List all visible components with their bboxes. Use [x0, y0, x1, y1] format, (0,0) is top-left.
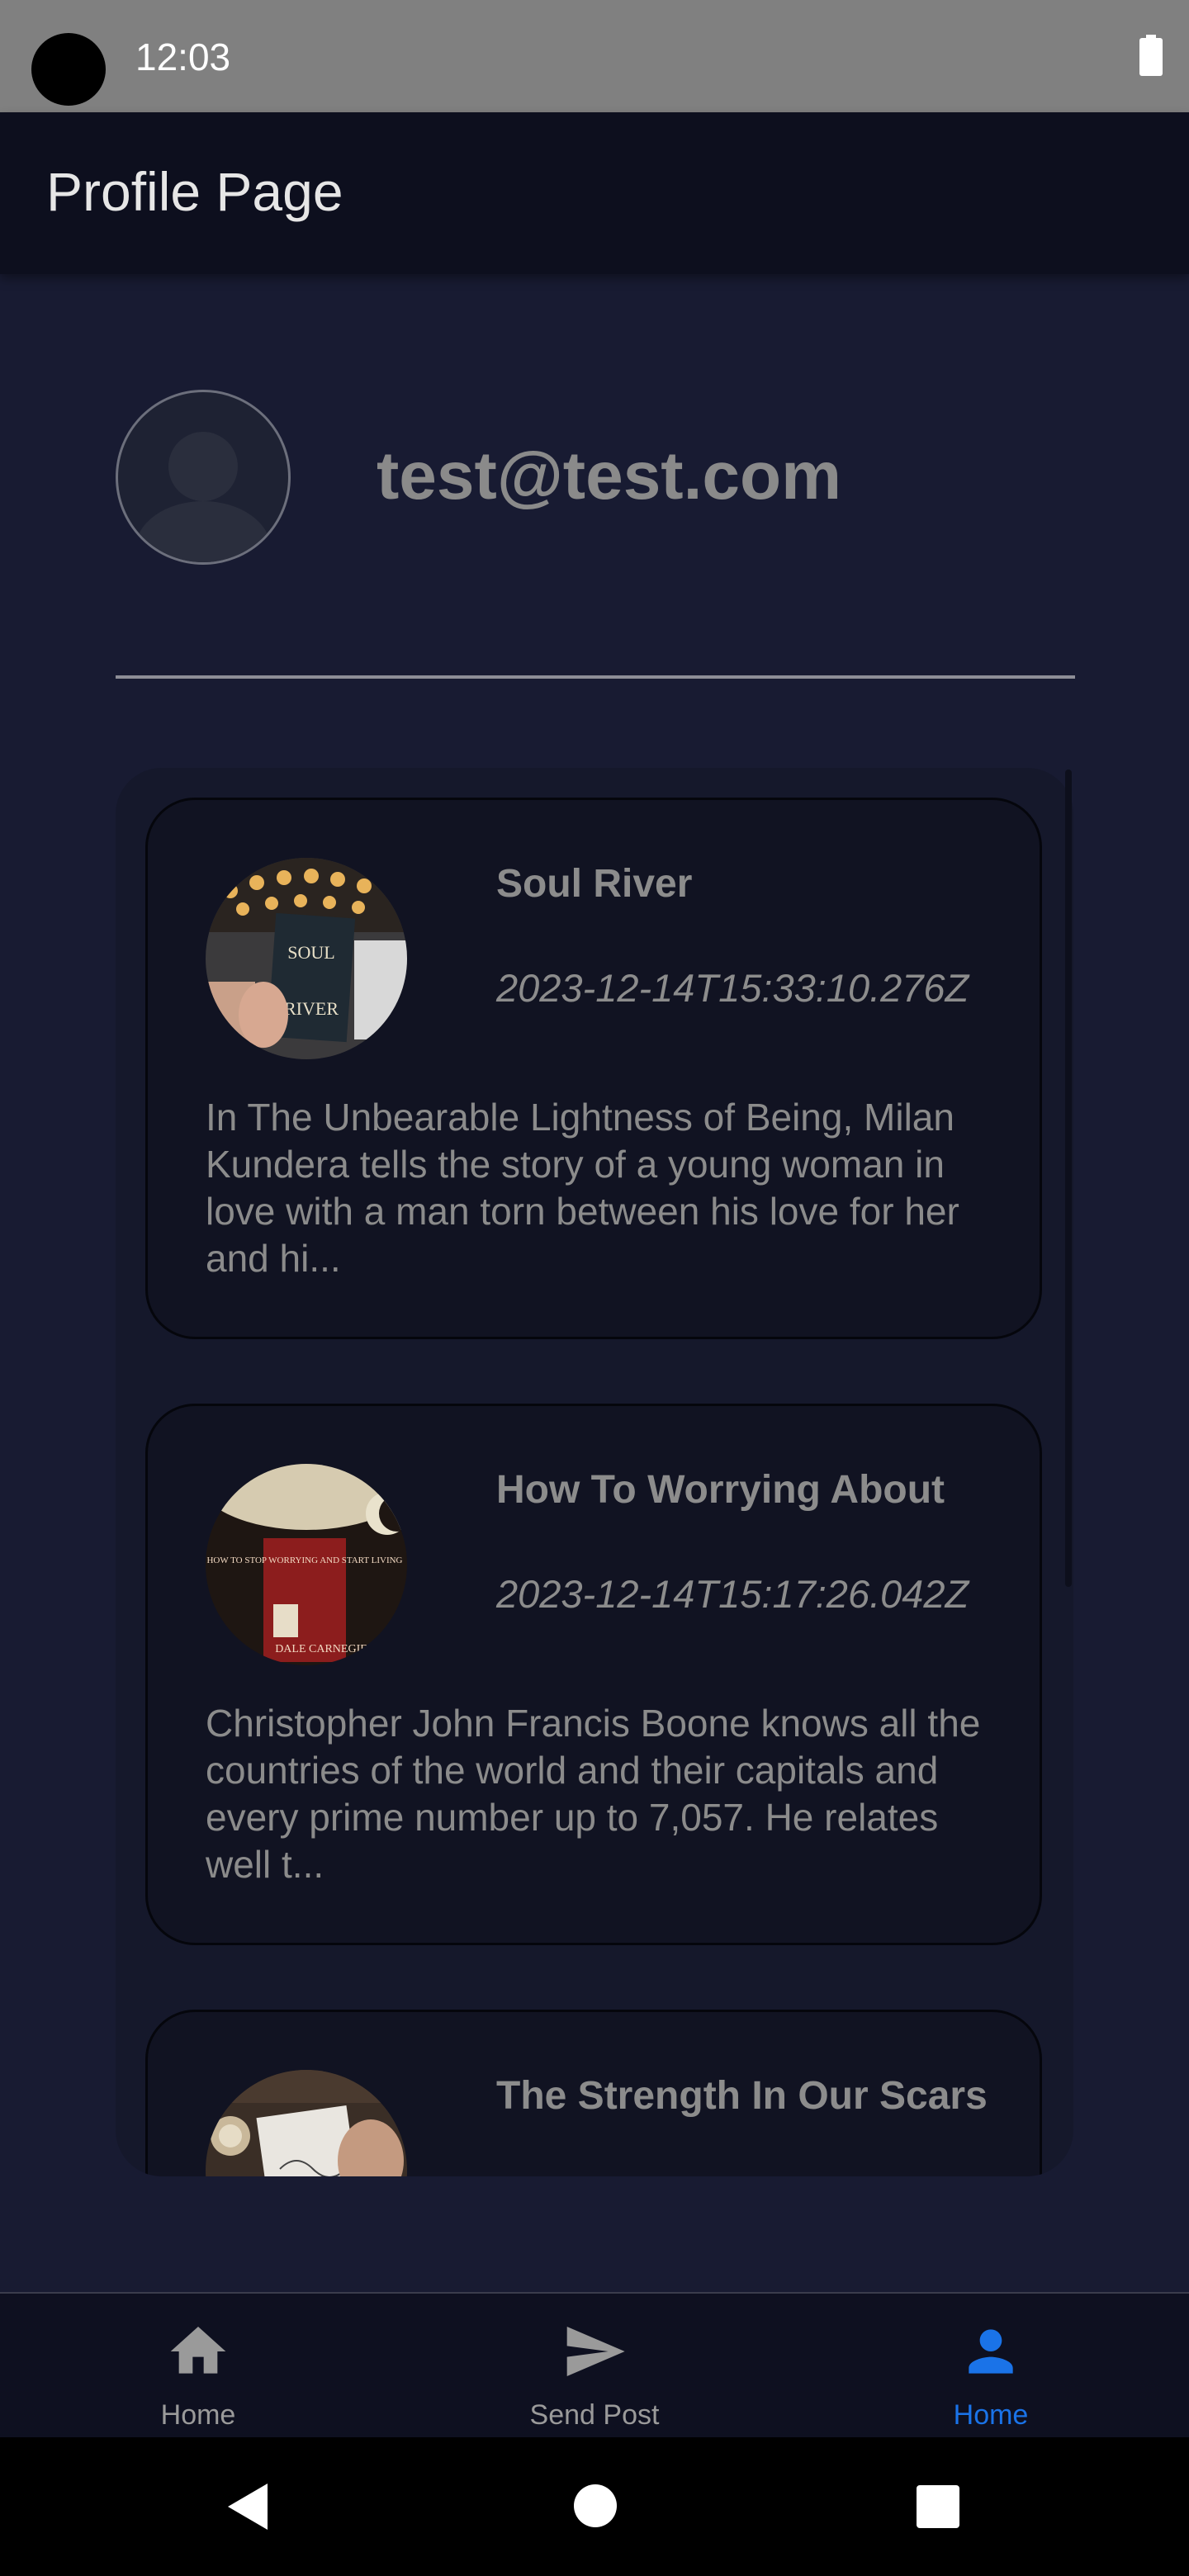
cover-text: RIVER [284, 998, 339, 1019]
home-circle-icon[interactable] [573, 2484, 618, 2528]
post-title: Soul River [496, 862, 693, 906]
battery-icon [1139, 35, 1163, 76]
nav-label: Home [160, 2399, 236, 2431]
nav-item-send-post[interactable]: Send Post [495, 2294, 694, 2439]
divider [116, 675, 1075, 679]
post-excerpt: Christopher John Francis Boone knows all… [206, 1702, 981, 1886]
cover-text: DALE CARNEGIE [275, 1643, 367, 1655]
posts-list[interactable]: SOUL RIVER Soul River 2023-12-14T15:33:1… [116, 768, 1073, 2176]
cover-text: HOW TO STOP WORRYING AND START LIVING [206, 1556, 402, 1565]
avatar [116, 390, 291, 565]
nav-item-home[interactable]: Home [99, 2294, 297, 2439]
nav-label: Home [953, 2399, 1029, 2431]
post-card[interactable]: SOUL RIVER Soul River 2023-12-14T15:33:1… [145, 798, 1042, 1339]
recents-icon[interactable] [917, 2485, 959, 2528]
post-title: How To Worrying About [496, 1468, 945, 1512]
post-card[interactable]: The Strength In Our Scars [145, 2010, 1042, 2176]
nav-item-profile[interactable]: Home [892, 2294, 1090, 2439]
person-avatar-icon [135, 432, 271, 562]
camera-cutout [31, 33, 106, 106]
post-title: The Strength In Our Scars [496, 2074, 988, 2118]
status-time: 12:03 [135, 36, 231, 78]
post-date: 2023-12-14T15:33:10.276Z [496, 966, 969, 1010]
post-thumbnail: HOW TO STOP WORRYING AND START LIVING DA… [206, 1464, 407, 1665]
post-card[interactable]: HOW TO STOP WORRYING AND START LIVING DA… [145, 1404, 1042, 1945]
page-title: Profile Page [46, 161, 343, 222]
nav-label: Send Post [529, 2399, 660, 2431]
scrollbar[interactable] [1065, 769, 1072, 1587]
cover-text: SOUL [287, 942, 334, 963]
back-icon[interactable] [225, 2482, 271, 2531]
post-date: 2023-12-14T15:17:26.042Z [496, 1572, 969, 1616]
profile-email: test@test.com [377, 438, 841, 514]
post-thumbnail: SOUL RIVER [206, 858, 407, 1059]
home-icon [170, 2327, 226, 2374]
system-navigation-bar [0, 2437, 1189, 2576]
send-icon [566, 2327, 625, 2376]
person-icon [969, 2329, 1013, 2374]
post-thumbnail [206, 2070, 407, 2176]
bottom-navigation: Home Send Post Home [0, 2292, 1189, 2439]
post-excerpt: In The Unbearable Lightness of Being, Mi… [206, 1096, 959, 1280]
